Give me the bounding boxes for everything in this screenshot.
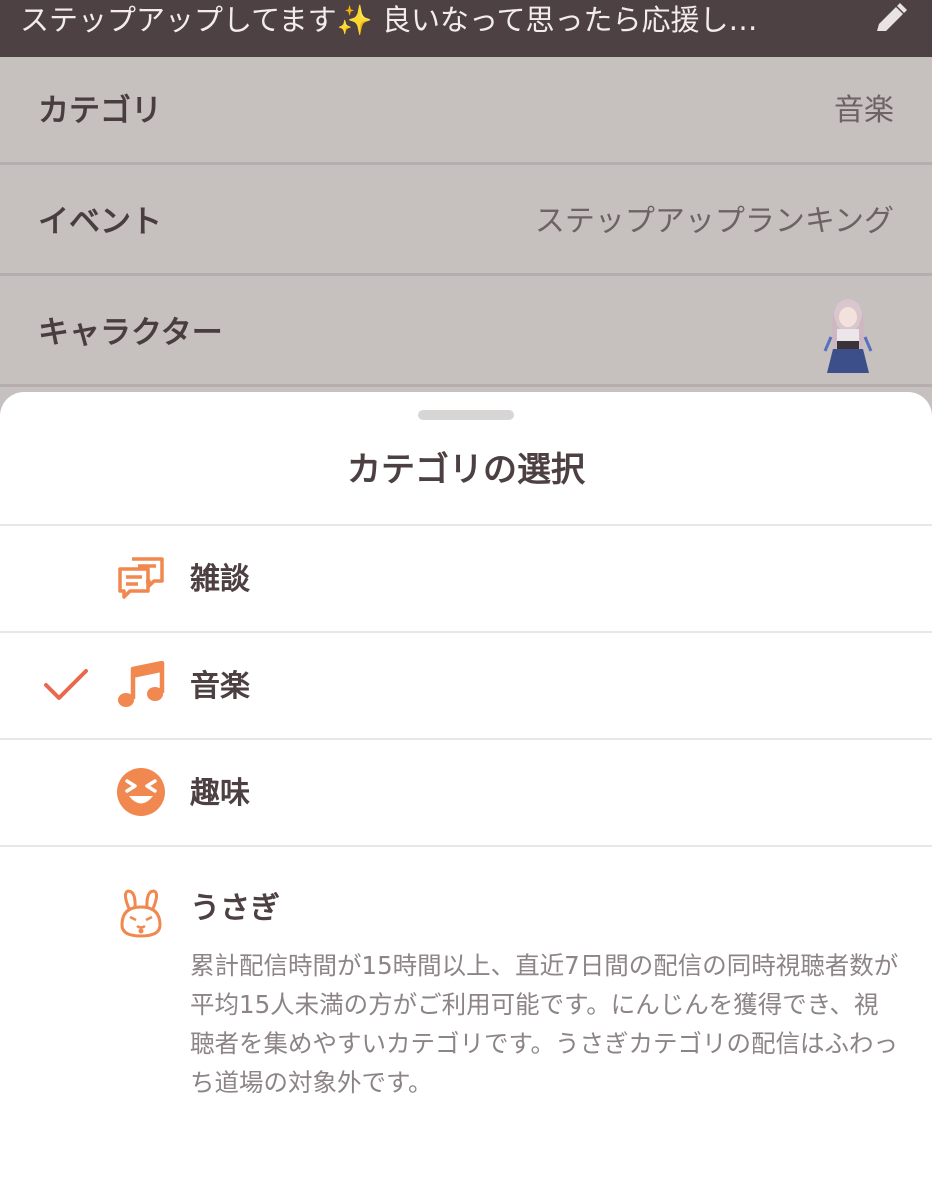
option-chat[interactable]: 雑談	[0, 526, 932, 631]
setting-value-category: 音楽	[834, 93, 894, 128]
setting-label-character: キャラクター	[38, 315, 223, 351]
sheet-title: カテゴリの選択	[347, 450, 585, 490]
setting-row-category[interactable]: カテゴリ 音楽	[0, 57, 932, 165]
checkmark-icon	[44, 669, 88, 700]
stream-title-bar: ステップアップしてます✨ 良いなって思ったら応援し…	[0, 0, 932, 57]
rabbit-icon	[120, 889, 162, 938]
rabbit-category-description: 累計配信時間が15時間以上、直近7日間の配信の同時視聴者数が平均15人未満の方が…	[190, 951, 899, 1097]
setting-label-category: カテゴリ	[38, 93, 162, 129]
laughing-face-icon	[117, 768, 165, 816]
option-label-chat: 雑談	[190, 562, 250, 597]
option-label-hobby: 趣味	[190, 776, 250, 811]
setting-row-character[interactable]: キャラクター	[0, 279, 932, 387]
setting-value-event: ステップアップランキング	[534, 204, 894, 239]
option-label-music: 音楽	[190, 669, 250, 704]
pencil-icon[interactable]	[870, 0, 910, 40]
chat-bubbles-icon	[118, 557, 164, 599]
stream-title: ステップアップしてます✨ 良いなって思ったら応援し…	[20, 3, 758, 37]
setting-label-event: イベント	[38, 204, 162, 240]
sheet-drag-handle[interactable]	[418, 410, 514, 420]
option-music[interactable]: 音楽	[0, 633, 932, 738]
option-label-rabbit: うさぎ	[190, 891, 280, 926]
setting-row-event[interactable]: イベント ステップアップランキング	[0, 168, 932, 276]
music-note-icon	[118, 661, 165, 707]
option-hobby[interactable]: 趣味	[0, 740, 932, 845]
character-avatar	[823, 299, 873, 373]
